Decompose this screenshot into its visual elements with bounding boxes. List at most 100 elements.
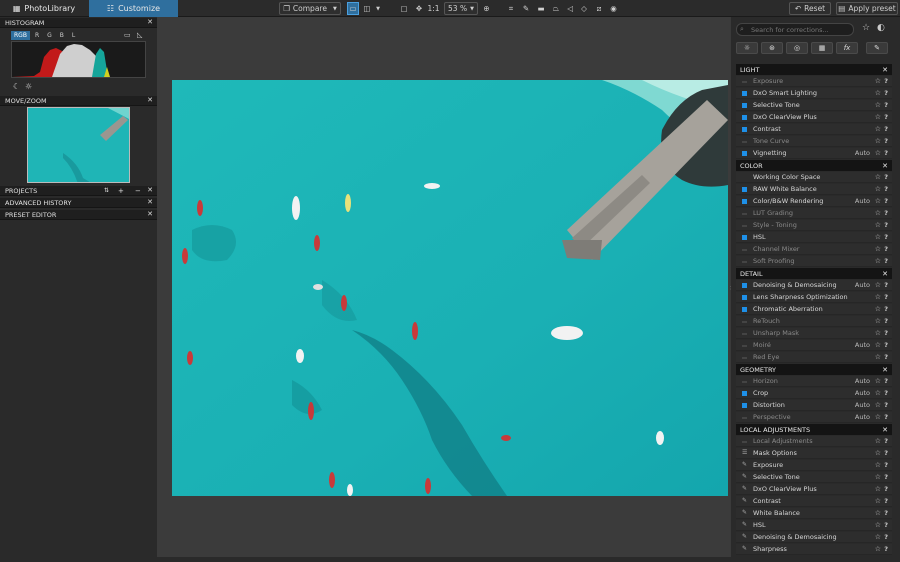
softproof-icon[interactable]: ◺ [137,31,142,39]
help-icon[interactable]: ? [884,113,888,121]
section-detail[interactable]: DETAIL ✕ [736,268,892,279]
correction-row[interactable]: ✎ Exposure ☆? [736,460,892,471]
enabled-indicator[interactable] [742,187,747,192]
star-filter-icon[interactable]: ☆ [862,23,870,33]
tab-photolibrary[interactable]: ▦ PhotoLibrary [0,0,88,17]
help-icon[interactable]: ? [884,353,888,361]
star-icon[interactable]: ☆ [875,449,881,457]
close-icon[interactable]: ✕ [882,162,888,170]
channel-l[interactable]: L [69,31,78,40]
detail-filter-button[interactable]: ◎ [786,42,808,54]
eyedropper-tool[interactable]: ✎ [520,2,532,15]
correction-row[interactable]: RAW White Balance ☆? [736,184,892,195]
pen-icon[interactable]: ✎ [742,533,749,541]
correction-row[interactable]: Distortion Auto ☆? [736,400,892,411]
help-icon[interactable]: ? [884,377,888,385]
movezoom-header[interactable]: MOVE/ZOOM ✕ [0,96,157,106]
correction-row[interactable]: Crop Auto ☆? [736,388,892,399]
help-icon[interactable]: ? [884,293,888,301]
close-icon[interactable]: ✕ [147,18,153,26]
section-local-adjustments[interactable]: LOCAL ADJUSTMENTS ✕ [736,424,892,435]
disabled-indicator[interactable] [742,441,747,443]
disabled-indicator[interactable] [742,213,747,215]
disabled-indicator[interactable] [742,321,747,323]
star-icon[interactable]: ☆ [875,137,881,145]
enabled-indicator[interactable] [742,283,747,288]
help-icon[interactable]: ? [884,137,888,145]
correction-row[interactable]: ✎ HSL ☆? [736,520,892,531]
disabled-indicator[interactable] [742,417,747,419]
star-icon[interactable]: ☆ [875,533,881,541]
split-view-button[interactable]: ◫ [361,2,373,15]
help-icon[interactable]: ? [884,77,888,85]
enabled-indicator[interactable] [742,391,747,396]
help-icon[interactable]: ? [884,281,888,289]
disabled-indicator[interactable] [742,225,747,227]
close-icon[interactable]: ✕ [147,186,153,194]
enabled-indicator[interactable] [742,403,747,408]
correction-row[interactable]: Horizon Auto ☆? [736,376,892,387]
star-icon[interactable]: ☆ [875,185,881,193]
correction-row[interactable]: Unsharp Mask ☆? [736,328,892,339]
correction-row[interactable]: HSL ☆? [736,232,892,243]
correction-row[interactable]: Chromatic Aberration ☆? [736,304,892,315]
advanced-history-header[interactable]: ADVANCED HISTORY ✕ [0,198,157,208]
star-icon[interactable]: ☆ [875,233,881,241]
help-icon[interactable]: ? [884,401,888,409]
close-icon[interactable]: ✕ [882,270,888,278]
sort-icon[interactable]: ⇅ [104,187,109,194]
correction-row[interactable]: ✎ DxO ClearView Plus ☆? [736,484,892,495]
disabled-indicator[interactable] [742,381,747,383]
apply-preset-button[interactable]: ▤ Apply preset [836,2,898,15]
correction-row[interactable]: Color/B&W Rendering Auto ☆? [736,196,892,207]
help-icon[interactable]: ? [884,437,888,445]
help-icon[interactable]: ? [884,509,888,517]
add-icon[interactable]: + [118,187,124,195]
section-geometry[interactable]: GEOMETRY ✕ [736,364,892,375]
correction-row[interactable]: ✎ Contrast ☆? [736,496,892,507]
toggle-icon[interactable]: ◐ [877,23,885,33]
histogram-header[interactable]: HISTOGRAM ✕ [0,18,157,28]
correction-row[interactable]: ✎ Sharpness ☆? [736,544,892,555]
close-icon[interactable]: ✕ [882,366,888,374]
star-icon[interactable]: ☆ [875,221,881,229]
correction-row[interactable]: Contrast ☆? [736,124,892,135]
correction-row[interactable]: Soft Proofing ☆? [736,256,892,267]
retouch-tool[interactable]: ◁ [564,2,576,15]
channel-g[interactable]: G [44,31,55,40]
star-icon[interactable]: ☆ [875,209,881,217]
star-icon[interactable]: ☆ [875,89,881,97]
help-icon[interactable]: ? [884,521,888,529]
help-icon[interactable]: ? [884,245,888,253]
enabled-indicator[interactable] [742,199,747,204]
help-icon[interactable]: ? [884,533,888,541]
star-icon[interactable]: ☆ [875,125,881,133]
disabled-indicator[interactable] [742,333,747,335]
tab-customize[interactable]: ☷ Customize [89,0,178,17]
effects-filter-button[interactable]: fx [836,42,858,54]
star-icon[interactable]: ☆ [875,77,881,85]
help-icon[interactable]: ? [884,497,888,505]
help-icon[interactable]: ? [884,197,888,205]
geometry-filter-button[interactable]: ▦ [811,42,833,54]
help-icon[interactable]: ? [884,173,888,181]
zoom-select[interactable]: 53 % ▼ [444,2,478,15]
main-photo[interactable] [172,80,728,496]
star-icon[interactable]: ☆ [875,377,881,385]
correction-row[interactable]: Perspective Auto ☆? [736,412,892,423]
search-input[interactable]: Search for corrections... [736,23,854,36]
horizon-tool[interactable]: ▬ [535,2,547,15]
star-icon[interactable]: ☆ [875,317,881,325]
star-icon[interactable]: ☆ [875,545,881,553]
star-icon[interactable]: ☆ [875,173,881,181]
correction-row[interactable]: DxO ClearView Plus ☆? [736,112,892,123]
pen-icon[interactable]: ✎ [742,461,749,469]
star-icon[interactable]: ☆ [875,197,881,205]
star-icon[interactable]: ☆ [875,389,881,397]
pen-icon[interactable]: ✎ [742,509,749,517]
shadow-clipping-icon[interactable]: ☾ [13,82,20,91]
star-icon[interactable]: ☆ [875,329,881,337]
reset-button[interactable]: ↶ Reset [789,2,831,15]
correction-row[interactable]: Vignetting Auto ☆? [736,148,892,159]
help-icon[interactable]: ? [884,329,888,337]
